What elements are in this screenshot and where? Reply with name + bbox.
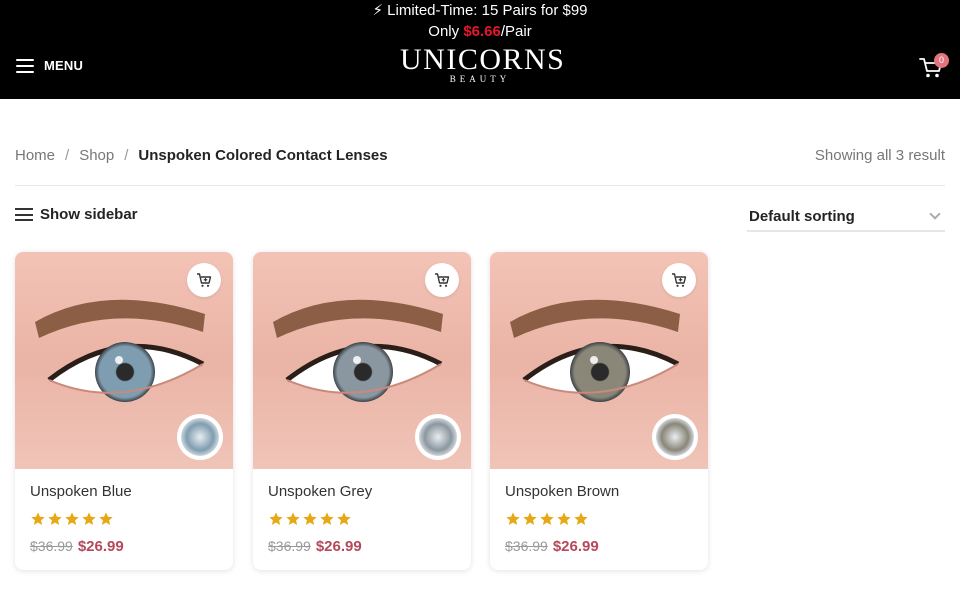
site-logo[interactable]: UNICORNS BEAUTY [400,43,566,85]
breadcrumb-separator: / [65,147,70,164]
sale-price: $26.99 [552,538,599,555]
breadcrumb-separator: / [124,147,129,164]
logo-wordmark: UNICORNS [400,43,566,76]
star-icon [82,512,96,525]
site-header: ⚡ Limited-Time: 15 Pairs for $99 Only $6… [0,0,960,99]
star-icon [48,512,62,525]
original-price: $36.99 [505,538,548,554]
compare-button[interactable] [187,263,221,297]
breadcrumb-home[interactable]: Home [15,147,55,164]
star-icon [320,512,334,525]
star-icon [337,512,351,525]
promo-line-1: ⚡ Limited-Time: 15 Pairs for $99 [372,2,588,19]
breadcrumb: Home / Shop / Unspoken Colored Contact L… [15,147,388,164]
promo-prefix: Only [428,23,464,40]
product-card[interactable]: Unspoken Blue $36.99 $26.99 [15,252,233,570]
show-sidebar-button[interactable]: Show sidebar [15,206,138,223]
star-icon [574,512,588,525]
sale-price: $26.99 [315,538,362,555]
star-icon [506,512,520,525]
product-price: $36.99 $26.99 [268,538,362,555]
product-title[interactable]: Unspoken Blue [30,483,132,500]
cart-count-badge: 0 [934,53,949,68]
menu-button[interactable]: MENU [16,58,83,73]
product-card[interactable]: Unspoken Brown $36.99 $26.99 [490,252,708,570]
star-icon [303,512,317,525]
product-title[interactable]: Unspoken Brown [505,483,619,500]
promo-banner[interactable]: ⚡ Limited-Time: 15 Pairs for $99 Only $6… [0,0,960,42]
product-rating [30,511,114,527]
star-icon [523,512,537,525]
product-title[interactable]: Unspoken Grey [268,483,372,500]
divider [15,185,945,186]
sale-price: $26.99 [77,538,124,555]
cart-add-icon [672,273,687,287]
promo-price: $6.66 [463,23,501,40]
star-icon [65,512,79,525]
star-icon [286,512,300,525]
result-count: Showing all 3 result [814,147,945,164]
product-rating [268,511,352,527]
product-price: $36.99 $26.99 [505,538,599,555]
cart-add-icon [435,273,450,287]
menu-label: MENU [44,58,84,73]
product-rating [505,511,589,527]
star-icon [540,512,554,525]
breadcrumb-current: Unspoken Colored Contact Lenses [138,147,388,164]
show-sidebar-label: Show sidebar [40,206,138,223]
original-price: $36.99 [30,538,73,554]
cart-add-icon [197,273,212,287]
promo-suffix: /Pair [500,23,532,40]
star-icon [31,512,45,525]
chevron-down-icon [929,208,941,220]
product-price: $36.99 $26.99 [30,538,124,555]
compare-button[interactable] [425,263,459,297]
product-card[interactable]: Unspoken Grey $36.99 $26.99 [253,252,471,570]
hamburger-icon [16,58,34,73]
original-price: $36.99 [268,538,311,554]
promo-line-2: Only $6.66/Pair [0,21,960,42]
sorting-selected-value: Default sorting [749,207,855,225]
compare-button[interactable] [662,263,696,297]
star-icon [557,512,571,525]
star-icon [269,512,283,525]
sorting-select[interactable]: Default sorting [747,202,945,232]
breadcrumb-shop[interactable]: Shop [79,147,114,164]
star-icon [99,512,113,525]
sidebar-toggle-icon [15,208,33,221]
